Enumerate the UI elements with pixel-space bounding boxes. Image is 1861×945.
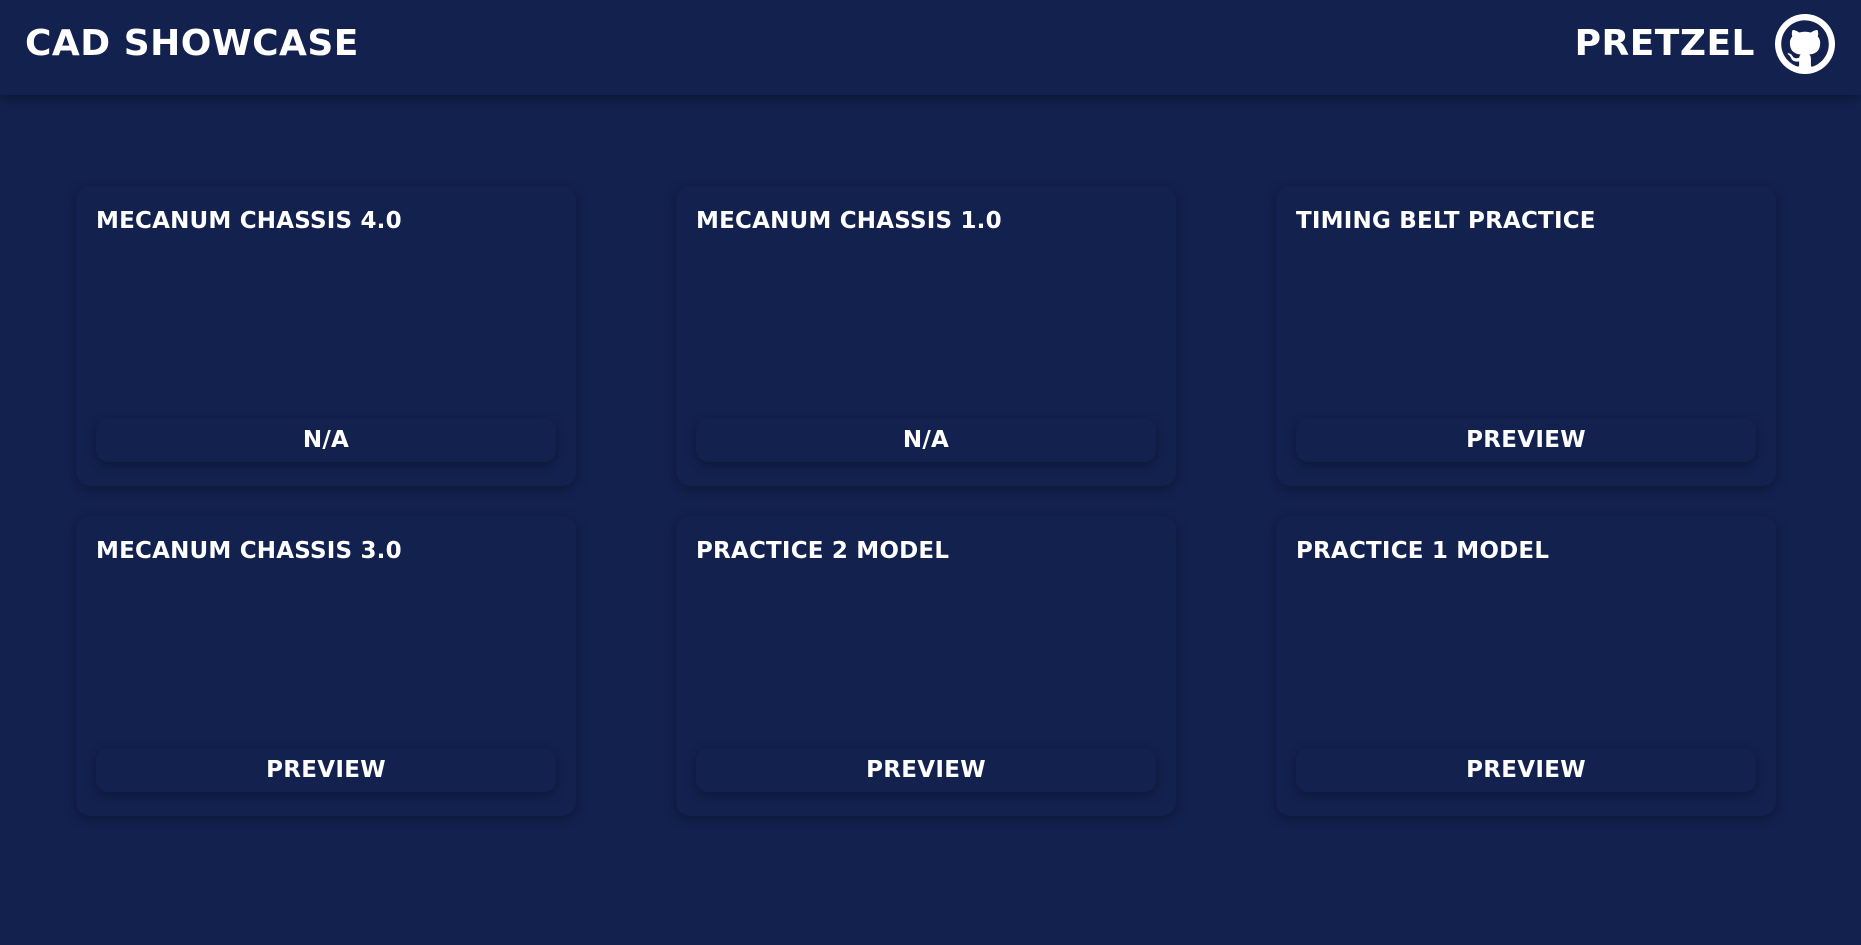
preview-button[interactable]: PREVIEW [1296, 748, 1756, 792]
preview-button[interactable]: PREVIEW [96, 748, 556, 792]
card-title: MECANUM CHASSIS 3.0 [96, 538, 402, 564]
preview-button[interactable]: PREVIEW [696, 748, 1156, 792]
model-card: MECANUM CHASSIS 3.0 PREVIEW [76, 516, 576, 816]
card-button[interactable]: N/A [696, 418, 1156, 462]
model-card: PRACTICE 2 MODEL PREVIEW [676, 516, 1176, 816]
model-card: MECANUM CHASSIS 1.0 N/A [676, 186, 1176, 486]
preview-button[interactable]: PREVIEW [1296, 418, 1756, 462]
card-button[interactable]: N/A [96, 418, 556, 462]
model-card: MECANUM CHASSIS 4.0 N/A [76, 186, 576, 486]
github-icon[interactable] [1775, 14, 1835, 74]
card-title: MECANUM CHASSIS 1.0 [696, 208, 1002, 234]
username[interactable]: PRETZEL [1575, 20, 1755, 68]
card-title: TIMING BELT PRACTICE [1296, 208, 1596, 234]
model-card: PRACTICE 1 MODEL PREVIEW [1276, 516, 1776, 816]
site-title[interactable]: CAD SHOWCASE [25, 20, 359, 68]
card-title: MECANUM CHASSIS 4.0 [96, 208, 402, 234]
model-card: TIMING BELT PRACTICE PREVIEW [1276, 186, 1776, 486]
user-area: PRETZEL [1575, 14, 1835, 74]
card-title: PRACTICE 1 MODEL [1296, 538, 1550, 564]
site-header: CAD SHOWCASE PRETZEL [0, 0, 1861, 95]
card-title: PRACTICE 2 MODEL [696, 538, 950, 564]
